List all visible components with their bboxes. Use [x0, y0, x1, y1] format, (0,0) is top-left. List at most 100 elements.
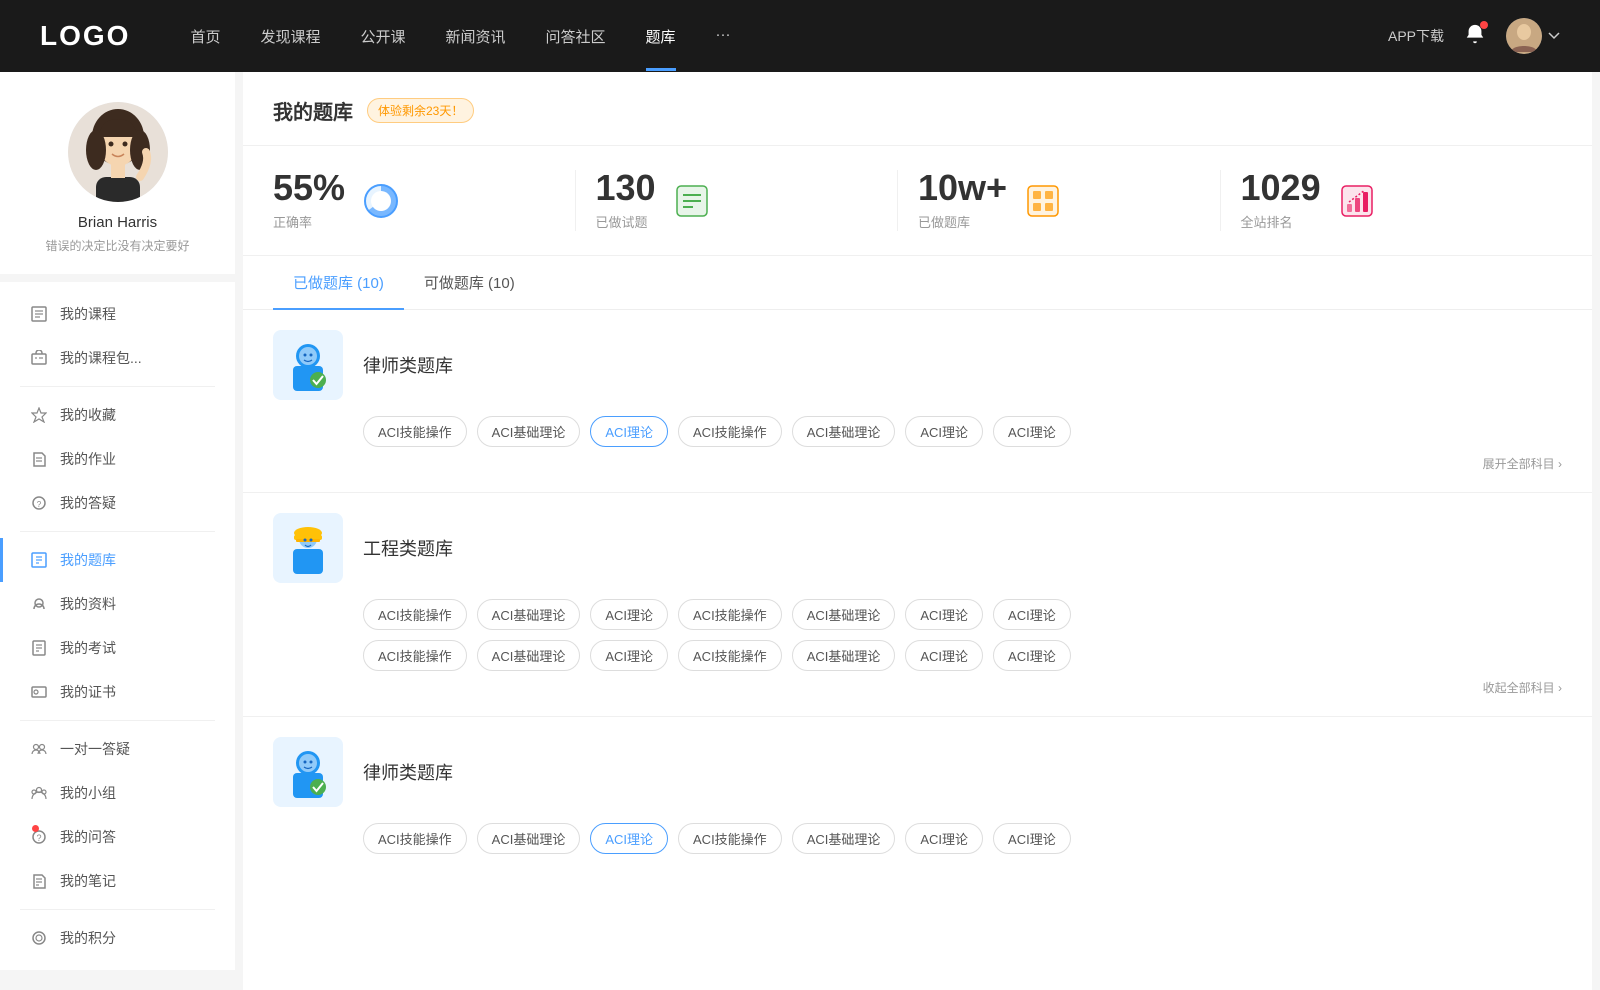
tag-2-2-7[interactable]: ACI理论 [993, 640, 1071, 671]
tag-2-2-1[interactable]: ACI技能操作 [363, 640, 467, 671]
qbank-tags-3: ACI技能操作 ACI基础理论 ACI理论 ACI技能操作 ACI基础理论 AC… [363, 823, 1562, 854]
file-icon [30, 595, 48, 613]
sidebar-label-qbank: 我的题库 [60, 550, 116, 570]
sidebar-item-group[interactable]: 我的小组 [0, 771, 235, 815]
tag-2-1-4[interactable]: ACI技能操作 [678, 599, 782, 630]
sidebar-item-notes[interactable]: 我的笔记 [0, 859, 235, 903]
tag-1-3[interactable]: ACI理论 [590, 416, 668, 447]
sidebar-label-exam: 我的考试 [60, 638, 116, 658]
sidebar-menu: 我的课程 我的课程包... [0, 282, 235, 970]
tag-2-1-1[interactable]: ACI技能操作 [363, 599, 467, 630]
tag-2-2-2[interactable]: ACI基础理论 [477, 640, 581, 671]
stat-accuracy-label: 正确率 [273, 212, 345, 231]
nav-right: APP下载 [1388, 18, 1560, 54]
sidebar-item-homework[interactable]: 我的作业 [0, 437, 235, 481]
stat-rank-text: 1029 全站排名 [1241, 170, 1321, 231]
nav-link-more[interactable]: ··· [716, 26, 731, 47]
tag-1-5[interactable]: ACI基础理论 [792, 416, 896, 447]
tag-3-5[interactable]: ACI基础理论 [792, 823, 896, 854]
homework-icon [30, 450, 48, 468]
tag-3-3[interactable]: ACI理论 [590, 823, 668, 854]
qbank-tags-1: ACI技能操作 ACI基础理论 ACI理论 ACI技能操作 ACI基础理论 AC… [363, 416, 1562, 447]
qbank-title-1: 律师类题库 [363, 352, 453, 378]
tag-3-2[interactable]: ACI基础理论 [477, 823, 581, 854]
qbank-icon-lawyer-2 [273, 737, 343, 807]
sidebar-label-files: 我的资料 [60, 594, 116, 614]
stat-accuracy-value: 55% [273, 170, 345, 206]
cert-icon [30, 683, 48, 701]
nav-links: 首页 发现课程 公开课 新闻资讯 问答社区 题库 ··· [190, 26, 1388, 47]
tag-2-2-3[interactable]: ACI理论 [590, 640, 668, 671]
tag-2-2-4[interactable]: ACI技能操作 [678, 640, 782, 671]
sidebar-item-course[interactable]: 我的课程 [0, 292, 235, 336]
sidebar-profile: Brian Harris 错误的决定比没有决定要好 [0, 72, 235, 274]
tag-1-1[interactable]: ACI技能操作 [363, 416, 467, 447]
sidebar-item-points[interactable]: 我的积分 [0, 916, 235, 960]
tab-available[interactable]: 可做题库 (10) [404, 256, 535, 309]
stat-done-banks-value: 10w+ [918, 170, 1007, 206]
pie-icon [361, 181, 401, 221]
sidebar-item-oneonone[interactable]: 一对一答疑 [0, 727, 235, 771]
notification-bell[interactable] [1464, 23, 1486, 50]
tag-1-7[interactable]: ACI理论 [993, 416, 1071, 447]
sidebar-item-package[interactable]: 我的课程包... [0, 336, 235, 380]
tab-done[interactable]: 已做题库 (10) [273, 256, 404, 309]
nav-link-news[interactable]: 新闻资讯 [446, 26, 506, 47]
sidebar-label-group: 我的小组 [60, 783, 116, 803]
tag-2-1-5[interactable]: ACI基础理论 [792, 599, 896, 630]
rank-icon [1337, 181, 1377, 221]
qbank-header-3: 律师类题库 [273, 737, 1562, 807]
page-title: 我的题库 [273, 96, 353, 125]
course-icon [30, 305, 48, 323]
sidebar-label-questions: 我的问答 [60, 827, 116, 847]
qbank-tags-2-row2: ACI技能操作 ACI基础理论 ACI理论 ACI技能操作 ACI基础理论 AC… [363, 640, 1562, 671]
nav-link-open[interactable]: 公开课 [360, 26, 405, 47]
qbank-title-3: 律师类题库 [363, 759, 453, 785]
nav-link-home[interactable]: 首页 [190, 26, 220, 47]
stat-rank-value: 1029 [1241, 170, 1321, 206]
tag-3-6[interactable]: ACI理论 [905, 823, 983, 854]
stat-rank-label: 全站排名 [1241, 212, 1321, 231]
sidebar-item-qa[interactable]: ? 我的答疑 [0, 481, 235, 525]
stat-done-questions-label: 已做试题 [596, 212, 656, 231]
sidebar-item-favorites[interactable]: 我的收藏 [0, 393, 235, 437]
sidebar-item-qbank[interactable]: 我的题库 [0, 538, 235, 582]
sidebar-item-exam[interactable]: 我的考试 [0, 626, 235, 670]
page-header: 我的题库 体验剩余23天！ [243, 72, 1592, 146]
qbank-icon-engineer [273, 513, 343, 583]
stat-accuracy: 55% 正确率 [273, 170, 576, 231]
notification-dot [1480, 21, 1488, 29]
list-icon [672, 181, 712, 221]
qbank-section-3: 律师类题库 ACI技能操作 ACI基础理论 ACI理论 ACI技能操作 ACI基… [243, 717, 1592, 874]
tag-1-2[interactable]: ACI基础理论 [477, 416, 581, 447]
nav-link-qbank[interactable]: 题库 [646, 26, 676, 47]
tabs-row: 已做题库 (10) 可做题库 (10) [243, 256, 1592, 310]
nav-link-discover[interactable]: 发现课程 [260, 26, 320, 47]
sidebar-label-qa: 我的答疑 [60, 493, 116, 513]
tag-2-2-6[interactable]: ACI理论 [905, 640, 983, 671]
app-download-link[interactable]: APP下载 [1388, 26, 1444, 46]
stat-done-banks: 10w+ 已做题库 [918, 170, 1221, 231]
sidebar-item-files[interactable]: 我的资料 [0, 582, 235, 626]
tag-3-4[interactable]: ACI技能操作 [678, 823, 782, 854]
tag-2-1-7[interactable]: ACI理论 [993, 599, 1071, 630]
sidebar-label-points: 我的积分 [60, 928, 116, 948]
nav-link-qa[interactable]: 问答社区 [546, 26, 606, 47]
user-avatar-wrap[interactable] [1506, 18, 1560, 54]
tag-2-1-6[interactable]: ACI理论 [905, 599, 983, 630]
sidebar-item-cert[interactable]: 我的证书 [0, 670, 235, 714]
qbank-expand-2[interactable]: 收起全部科目 › [273, 671, 1562, 696]
tag-3-1[interactable]: ACI技能操作 [363, 823, 467, 854]
tag-1-4[interactable]: ACI技能操作 [678, 416, 782, 447]
tag-2-2-5[interactable]: ACI基础理论 [792, 640, 896, 671]
tag-2-1-2[interactable]: ACI基础理论 [477, 599, 581, 630]
tag-1-6[interactable]: ACI理论 [905, 416, 983, 447]
sidebar-item-questions[interactable]: ? 我的问答 [0, 815, 235, 859]
stat-done-banks-label: 已做题库 [918, 212, 1007, 231]
tag-2-1-3[interactable]: ACI理论 [590, 599, 668, 630]
qbank-expand-1[interactable]: 展开全部科目 › [273, 447, 1562, 472]
qbank-section-1: 律师类题库 ACI技能操作 ACI基础理论 ACI理论 ACI技能操作 ACI基… [243, 310, 1592, 493]
top-nav: LOGO 首页 发现课程 公开课 新闻资讯 问答社区 题库 ··· APP下载 [0, 0, 1600, 72]
tag-3-7[interactable]: ACI理论 [993, 823, 1071, 854]
nav-logo[interactable]: LOGO [40, 20, 130, 52]
